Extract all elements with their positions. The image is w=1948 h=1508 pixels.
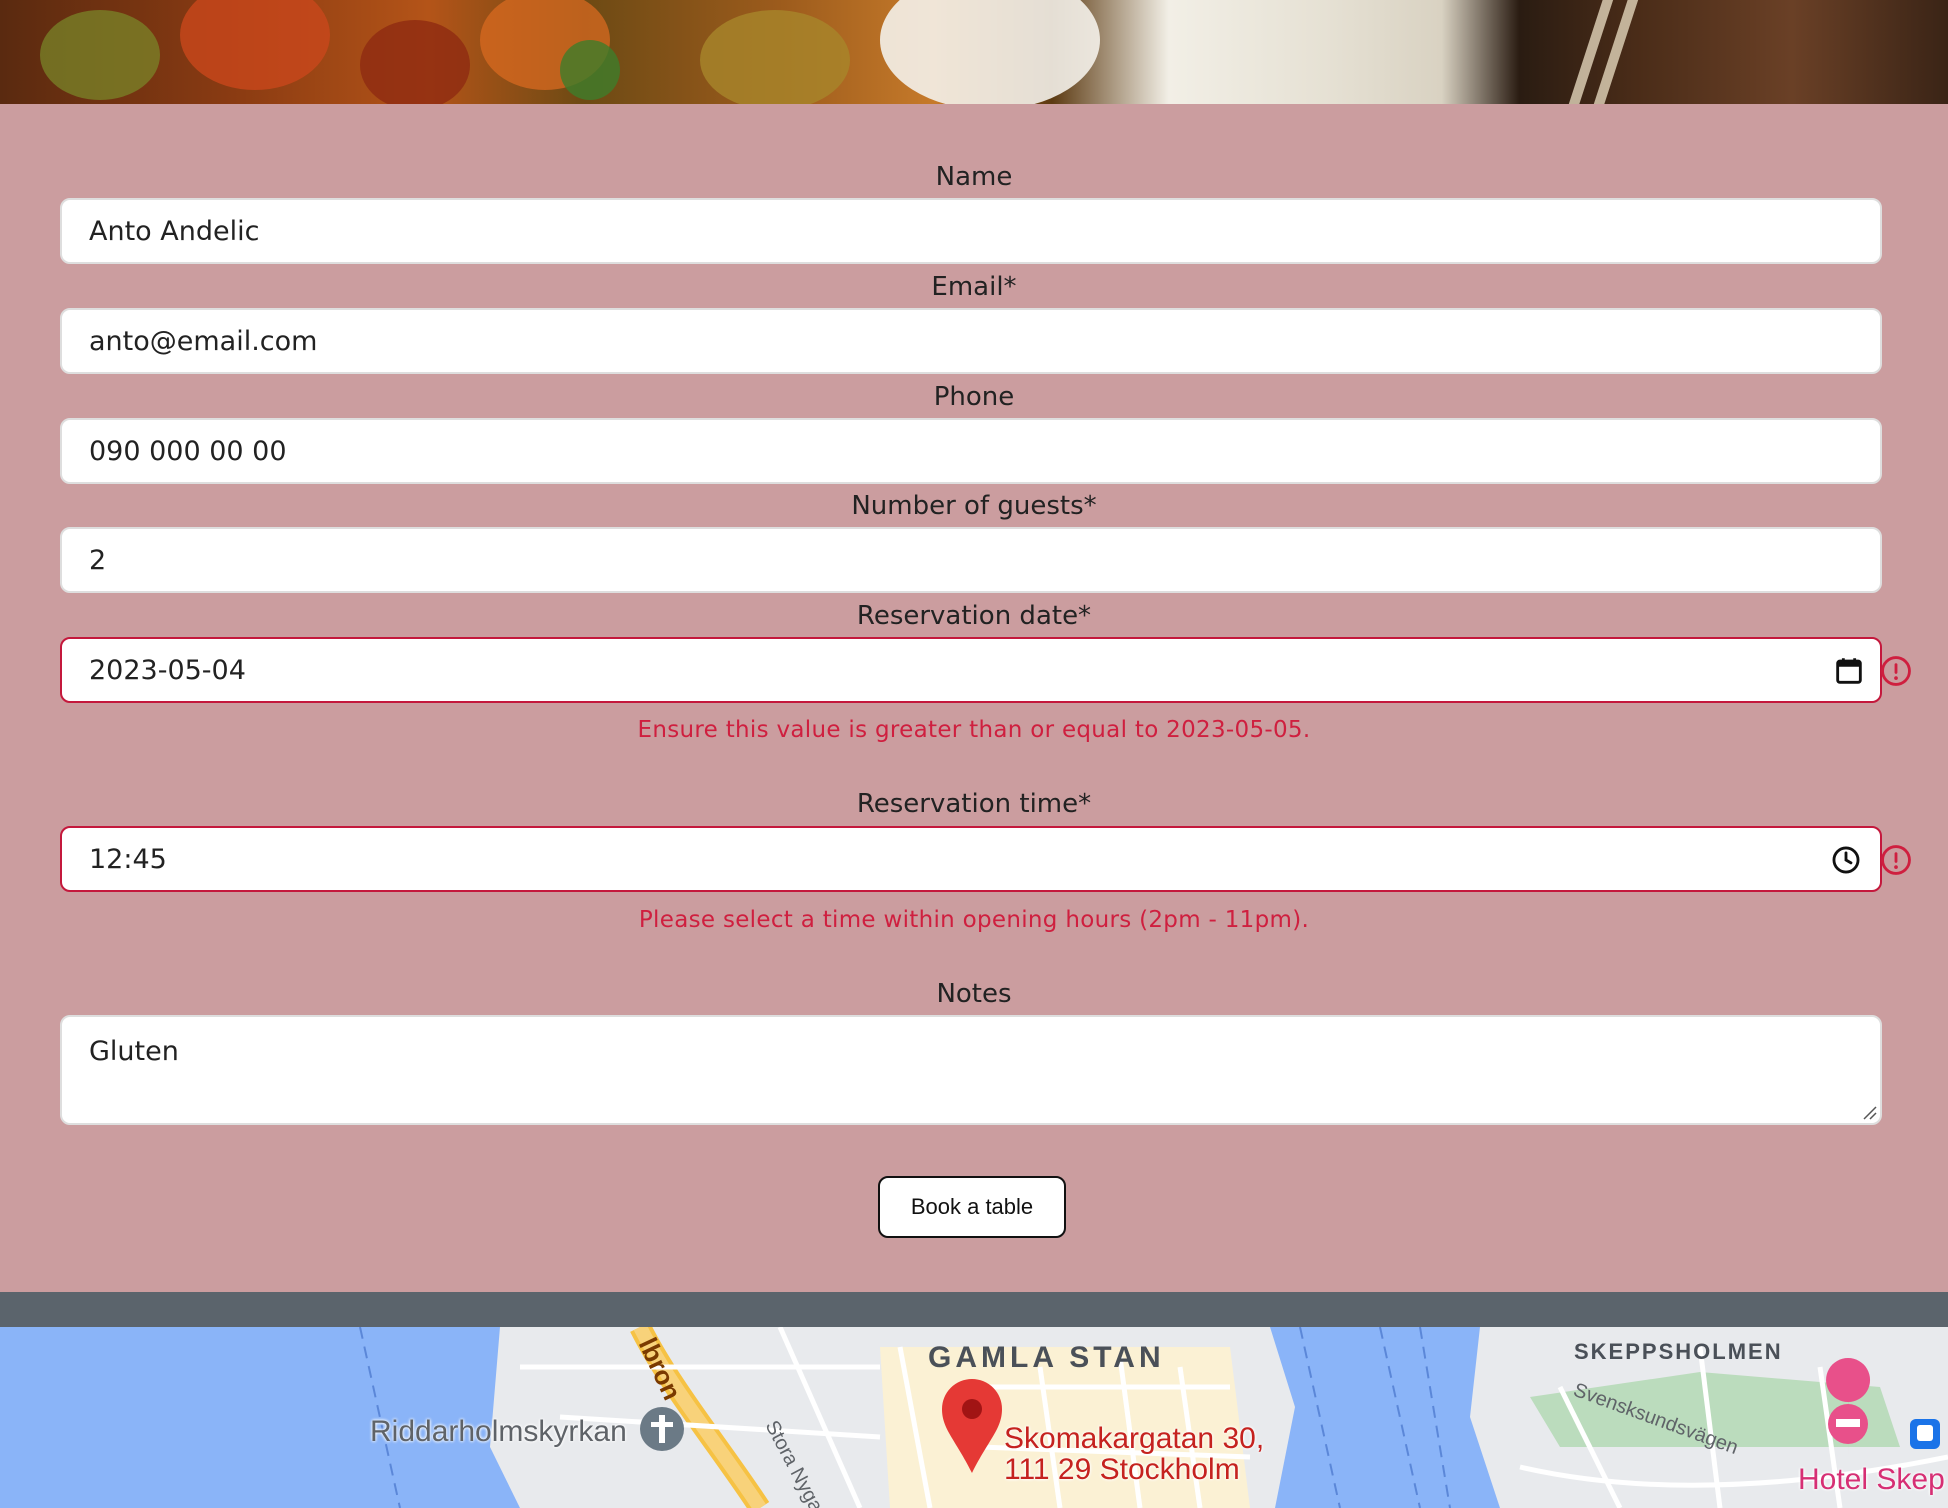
name-label: Name [935,162,1013,192]
location-map[interactable]: GAMLA STAN SKEPPSHOLMEN Riddarholmskyrka… [0,1327,1948,1508]
email-field[interactable]: anto@email.com [60,308,1882,374]
district-label-skeppsholmen: SKEPPSHOLMEN [1574,1339,1783,1364]
notes-textarea[interactable]: Gluten [60,1015,1882,1125]
error-alert-icon [1879,654,1913,688]
church-label: Riddarholmskyrkan [370,1415,627,1448]
marker-address: Skomakargatan 30, 111 29 Stockholm [1004,1423,1264,1485]
transit-icon [1910,1419,1940,1449]
time-field[interactable]: 12:45 [60,826,1911,892]
time-error-message: Please select a time within opening hour… [638,907,1310,933]
phone-field[interactable]: 090 000 00 00 [60,418,1882,484]
email-label: Email* [931,272,1017,302]
resize-handle-icon[interactable] [1860,1103,1878,1121]
notes-label: Notes [936,979,1012,1009]
book-table-button[interactable]: Book a table [878,1176,1066,1238]
phone-value: 090 000 00 00 [89,436,287,467]
time-value: 12:45 [89,844,167,875]
clock-icon[interactable] [1829,843,1863,877]
date-label: Reservation date* [856,601,1092,631]
church-icon [640,1407,684,1451]
marker-address-line-2: 111 29 Stockholm [1004,1453,1240,1486]
hotel-label: Hotel Skep [1798,1463,1945,1496]
date-value: 2023-05-04 [89,655,246,686]
section-divider [0,1292,1948,1327]
error-alert-icon [1879,843,1913,877]
guests-label: Number of guests* [851,491,1097,521]
calendar-icon[interactable] [1832,654,1866,688]
guests-field[interactable]: 2 [60,527,1882,593]
reservation-form: Name Anto Andelic Email* anto@email.com … [0,104,1948,1292]
guests-value: 2 [89,545,107,576]
date-field[interactable]: 2023-05-04 [60,637,1911,703]
name-field[interactable]: Anto Andelic [60,198,1882,264]
marker-address-line-1: Skomakargatan 30, [1004,1422,1265,1455]
hero-food-image [0,0,1948,104]
email-value: anto@email.com [89,326,318,357]
phone-label: Phone [933,382,1015,412]
notes-value: Gluten [89,1036,179,1067]
name-value: Anto Andelic [89,216,260,247]
time-label: Reservation time* [856,789,1092,819]
date-error-message: Ensure this value is greater than or equ… [637,717,1311,743]
district-label-gamla-stan: GAMLA STAN [928,1341,1165,1374]
